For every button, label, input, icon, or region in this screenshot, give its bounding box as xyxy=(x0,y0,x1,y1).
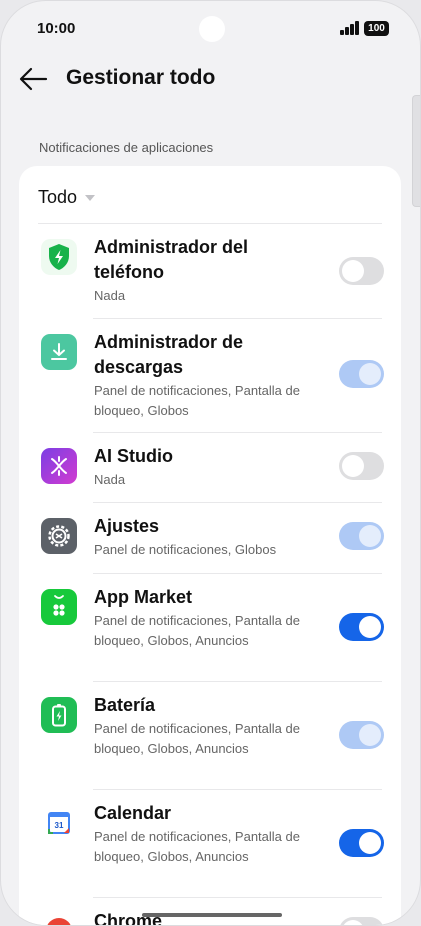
back-arrow-icon[interactable] xyxy=(19,65,49,93)
chevron-down-icon xyxy=(85,195,96,201)
scrollbar[interactable] xyxy=(412,95,420,207)
status-bar: 10:00 100 xyxy=(1,1,420,57)
home-indicator[interactable] xyxy=(142,913,282,917)
app-sub: Panel de notificaciones, Pantalla de blo… xyxy=(94,721,300,756)
app-name: Administrador de descargas xyxy=(94,332,244,377)
app-sub: Panel de notificaciones, Pantalla de blo… xyxy=(94,829,300,864)
divider xyxy=(93,318,382,319)
app-market-icon xyxy=(41,589,77,625)
divider xyxy=(93,573,382,574)
notification-toggle[interactable] xyxy=(339,721,384,749)
status-time: 10:00 xyxy=(37,20,76,37)
svg-text:31: 31 xyxy=(55,821,64,830)
divider xyxy=(93,897,382,898)
app-name: AI Studio xyxy=(94,446,173,466)
header: Gestionar todo xyxy=(1,61,420,97)
divider xyxy=(93,432,382,433)
filter-label: Todo xyxy=(38,186,78,207)
notification-toggle[interactable] xyxy=(339,829,384,857)
notification-toggle[interactable] xyxy=(339,360,384,388)
battery-icon xyxy=(41,697,77,733)
app-sub: Panel de notificaciones, Pantalla de blo… xyxy=(94,383,300,418)
chrome-icon xyxy=(41,913,77,925)
notification-toggle[interactable] xyxy=(339,522,384,550)
app-name: Chrome xyxy=(94,911,163,926)
calendar-icon: 31 xyxy=(41,805,77,841)
filter-dropdown[interactable]: Todo xyxy=(38,186,96,208)
app-sub: Panel de notificaciones, Globos xyxy=(94,542,277,557)
section-label: Notificaciones de aplicaciones xyxy=(39,140,214,155)
app-name: Ajustes xyxy=(94,516,160,536)
shield-bolt-icon xyxy=(41,239,77,275)
download-icon xyxy=(41,334,77,370)
ai-studio-icon xyxy=(41,448,77,484)
app-name: Administrador del teléfono xyxy=(94,237,249,282)
battery-icon: 100 xyxy=(364,21,389,36)
gear-icon xyxy=(41,518,77,554)
app-notifications-card: Todo Administrador del teléfono Nada Adm… xyxy=(19,166,401,926)
app-name: App Market xyxy=(94,587,193,607)
phone-screen: 10:00 100 Gestionar todo Notificaciones … xyxy=(0,0,421,926)
notification-toggle[interactable] xyxy=(339,257,384,285)
page-title: Gestionar todo xyxy=(66,66,216,89)
app-sub: Nada xyxy=(94,288,126,303)
divider xyxy=(38,223,382,224)
notification-toggle[interactable] xyxy=(339,613,384,641)
divider xyxy=(93,789,382,790)
app-sub: Nada xyxy=(94,472,126,487)
divider xyxy=(93,681,382,682)
app-sub: Panel de notificaciones, Pantalla de blo… xyxy=(94,613,300,648)
app-name: Batería xyxy=(94,695,156,715)
signal-icon xyxy=(340,21,360,35)
front-camera xyxy=(199,16,225,42)
app-name: Calendar xyxy=(94,803,172,823)
notification-toggle[interactable] xyxy=(339,917,384,925)
divider xyxy=(93,502,382,503)
notification-toggle[interactable] xyxy=(339,452,384,480)
